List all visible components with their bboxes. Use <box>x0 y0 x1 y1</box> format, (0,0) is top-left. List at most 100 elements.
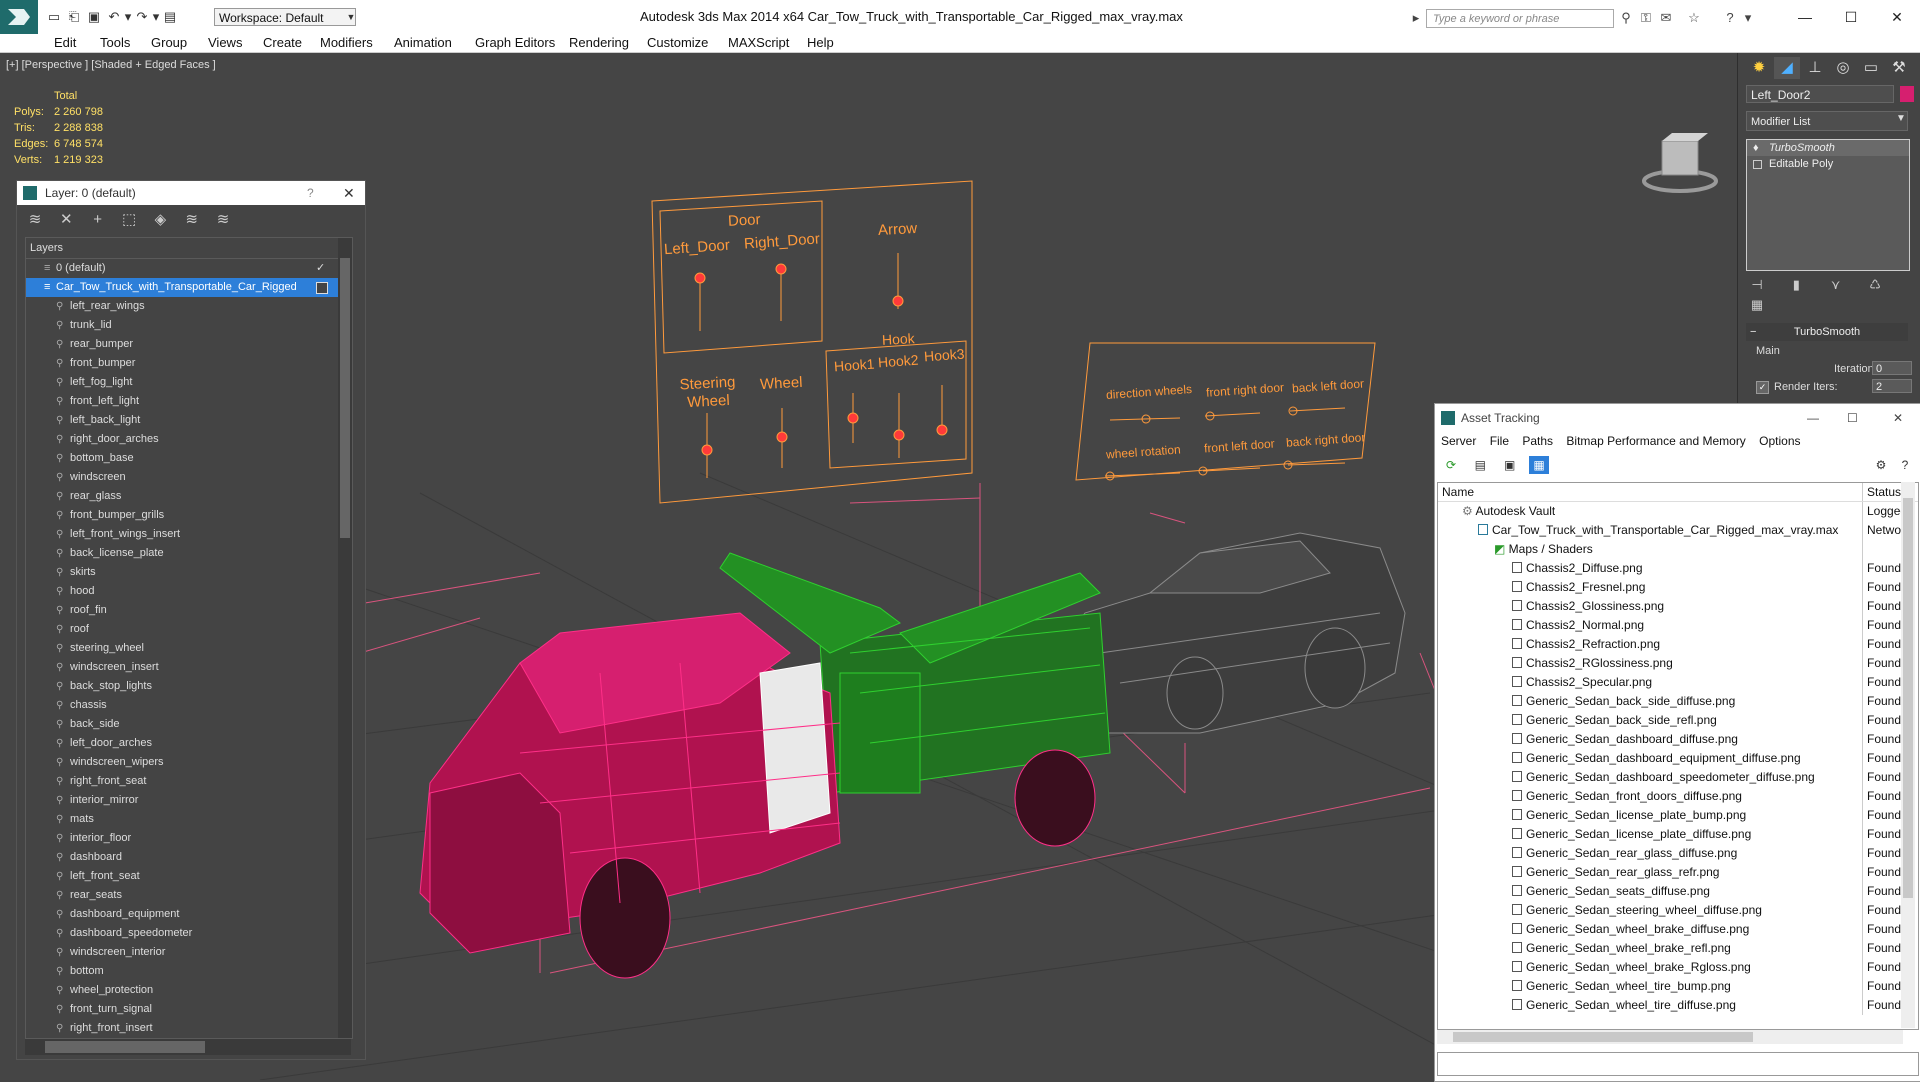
asset-row-maps-folder[interactable]: ◩ Maps / Shaders <box>1438 540 1918 559</box>
layer-object-item[interactable]: ⚲ front_left_light <box>26 392 352 411</box>
layer-object-item[interactable]: ⚲ left_back_light <box>26 411 352 430</box>
modifier-list-dropdown[interactable]: Modifier List <box>1746 111 1908 131</box>
modify-tab-icon[interactable]: ◢ <box>1774 57 1800 79</box>
layer-object-item[interactable]: ⚲ steering_wheel <box>26 639 352 658</box>
asset-file-row[interactable]: Chassis2_Normal.png Found <box>1438 616 1918 635</box>
asset-menu-file[interactable]: File <box>1490 434 1509 448</box>
close-button[interactable]: ✕ <box>1874 6 1920 28</box>
layer-object-item[interactable]: ⚲ windscreen <box>26 468 352 487</box>
asset-row-max-file[interactable]: Car_Tow_Truck_with_Transportable_Car_Rig… <box>1438 521 1918 540</box>
app-logo-icon[interactable] <box>0 0 38 34</box>
layer-object-item[interactable]: ⚲ front_bumper <box>26 354 352 373</box>
new-layer-icon[interactable]: ≋ <box>23 209 47 231</box>
asset-help-icon[interactable]: ? <box>1895 456 1915 474</box>
asset-maximize-button[interactable]: ☐ <box>1847 404 1858 432</box>
menu-edit[interactable]: Edit <box>54 35 76 51</box>
open-file-icon[interactable]: ⎗ <box>66 9 82 25</box>
layer-object-item[interactable]: ⚲ windscreen_wipers <box>26 753 352 772</box>
menu-animation[interactable]: Animation <box>394 35 452 51</box>
layer-object-item[interactable]: ⚲ trunk_lid <box>26 316 352 335</box>
layer-object-item[interactable]: ⚲ back_stop_lights <box>26 677 352 696</box>
menu-help[interactable]: Help <box>807 35 834 51</box>
workspace-chevron-icon[interactable]: ▼ <box>345 8 357 26</box>
workspace-dropdown[interactable]: Workspace: Default <box>214 8 356 26</box>
menu-customize[interactable]: Customize <box>647 35 708 51</box>
utilities-tab-icon[interactable]: ⚒ <box>1886 57 1912 79</box>
object-color-swatch[interactable] <box>1900 86 1914 102</box>
asset-file-row[interactable]: Generic_Sedan_wheel_brake_refl.png Found <box>1438 939 1918 958</box>
turbosmooth-rollout-header[interactable]: − TurboSmooth <box>1746 323 1908 341</box>
layers-column-header[interactable]: Layers <box>26 238 352 259</box>
layer-object-item[interactable]: ⚲ rear_glass <box>26 487 352 506</box>
asset-menu-bitmap-performance[interactable]: Bitmap Performance and Memory <box>1566 434 1745 448</box>
layer-object-item[interactable]: ⚲ rear_bumper <box>26 335 352 354</box>
help-icon[interactable]: ? <box>1722 10 1738 26</box>
maximize-button[interactable]: ☐ <box>1828 6 1874 28</box>
table-view-icon[interactable]: ▦ <box>1529 456 1550 474</box>
asset-file-row[interactable]: Generic_Sedan_dashboard_equipment_diffus… <box>1438 749 1918 768</box>
help-dropdown-icon[interactable]: ▾ <box>1740 10 1756 26</box>
render-iters-checkbox[interactable]: ✓ <box>1756 381 1769 394</box>
layer-object-item[interactable]: ⚲ back_side <box>26 715 352 734</box>
select-objects-icon[interactable]: ⬚ <box>117 209 141 231</box>
asset-file-row[interactable]: Generic_Sedan_front_doors_diffuse.png Fou… <box>1438 787 1918 806</box>
asset-menu-paths[interactable]: Paths <box>1522 434 1553 448</box>
layer-object-item[interactable]: ⚲ hood <box>26 582 352 601</box>
asset-file-row[interactable]: Chassis2_Specular.png Found <box>1438 673 1918 692</box>
asset-file-row[interactable]: Generic_Sedan_back_side_diffuse.png Found <box>1438 692 1918 711</box>
menu-maxscript[interactable]: MAXScript <box>728 35 789 51</box>
delete-layer-icon[interactable]: ✕ <box>54 209 78 231</box>
save-file-icon[interactable]: ▣ <box>86 9 102 25</box>
menu-graph-editors[interactable]: Graph Editors <box>475 35 555 51</box>
menu-tools[interactable]: Tools <box>100 35 130 51</box>
asset-path-field[interactable] <box>1437 1052 1919 1076</box>
search-input[interactable]: Type a keyword or phrase <box>1426 9 1614 28</box>
layer-object-item[interactable]: ⚲ interior_mirror <box>26 791 352 810</box>
layer-object-item[interactable]: ⚲ right_front_seat <box>26 772 352 791</box>
layer-object-item[interactable]: ⚲ right_door_arches <box>26 430 352 449</box>
layer-object-item[interactable]: ⚲ left_rear_wings <box>26 297 352 316</box>
layer-scroll-thumb[interactable] <box>340 258 350 538</box>
hide-all-layers-icon[interactable]: ≋ <box>180 209 204 231</box>
asset-file-row[interactable]: Generic_Sedan_license_plate_diffuse.png F… <box>1438 825 1918 844</box>
asset-file-row[interactable]: Chassis2_Glossiness.png Found <box>1438 597 1918 616</box>
menu-group[interactable]: Group <box>151 35 187 51</box>
layer-object-item[interactable]: ⚲ rear_seats <box>26 886 352 905</box>
asset-file-row[interactable]: Generic_Sedan_wheel_tire_bump.png Found <box>1438 977 1918 996</box>
layer-object-item[interactable]: ⚲ bottom <box>26 962 352 981</box>
layer-object-item[interactable]: ⚲ dashboard_speedometer <box>26 924 352 943</box>
menu-views[interactable]: Views <box>208 35 242 51</box>
asset-file-row[interactable]: Generic_Sedan_wheel_tire_diffuse.png Foun… <box>1438 996 1918 1015</box>
layer-help-button[interactable]: ? <box>307 181 314 205</box>
asset-hscroll-thumb[interactable] <box>1453 1032 1753 1042</box>
rig-control-panel-1[interactable] <box>651 180 973 504</box>
highlight-layer-icon[interactable]: ◈ <box>148 209 172 231</box>
layer-object-item[interactable]: ⚲ bottom_base <box>26 449 352 468</box>
asset-file-row[interactable]: Generic_Sedan_back_side_refl.png Found <box>1438 711 1918 730</box>
asset-file-row[interactable]: Generic_Sedan_license_plate_bump.png Foun… <box>1438 806 1918 825</box>
layer-object-item[interactable]: ⚲ chassis <box>26 696 352 715</box>
layer-object-item[interactable]: ⚲ mats <box>26 810 352 829</box>
lightbulb-icon[interactable]: ♦ <box>1753 140 1759 156</box>
asset-vertical-scrollbar[interactable] <box>1901 482 1915 1028</box>
asset-minimize-button[interactable]: — <box>1807 404 1819 432</box>
menu-modifiers[interactable]: Modifiers <box>320 35 373 51</box>
subscription-icon[interactable]: ⚿ <box>1638 10 1654 26</box>
layer-object-item[interactable]: ⚲ roof <box>26 620 352 639</box>
freeze-all-layers-icon[interactable]: ≋ <box>211 209 235 231</box>
project-folder-icon[interactable]: ▤ <box>162 9 178 25</box>
asset-file-row[interactable]: Generic_Sedan_rear_glass_refr.png Found <box>1438 863 1918 882</box>
favorites-star-icon[interactable]: ☆ <box>1686 10 1702 26</box>
iterations-spinner[interactable]: 0 <box>1872 361 1912 375</box>
asset-file-row[interactable]: Chassis2_Diffuse.png Found <box>1438 559 1918 578</box>
hierarchy-tab-icon[interactable]: ⊥ <box>1802 57 1828 79</box>
asset-file-row[interactable]: Generic_Sedan_dashboard_diffuse.png Found <box>1438 730 1918 749</box>
new-file-icon[interactable]: ▭ <box>46 9 62 25</box>
refresh-icon[interactable]: ⟳ <box>1441 456 1461 474</box>
pin-stack-icon[interactable]: ⊣ <box>1746 275 1768 295</box>
asset-file-row[interactable]: Generic_Sedan_wheel_brake_diffuse.png Fou… <box>1438 920 1918 939</box>
modifier-turbosmooth[interactable]: ♦ TurboSmooth <box>1747 140 1909 156</box>
layer-object-item[interactable]: ⚲ left_fog_light <box>26 373 352 392</box>
layer-object-item[interactable]: ⚲ left_door_arches <box>26 734 352 753</box>
layer-hscroll-thumb[interactable] <box>45 1041 205 1053</box>
